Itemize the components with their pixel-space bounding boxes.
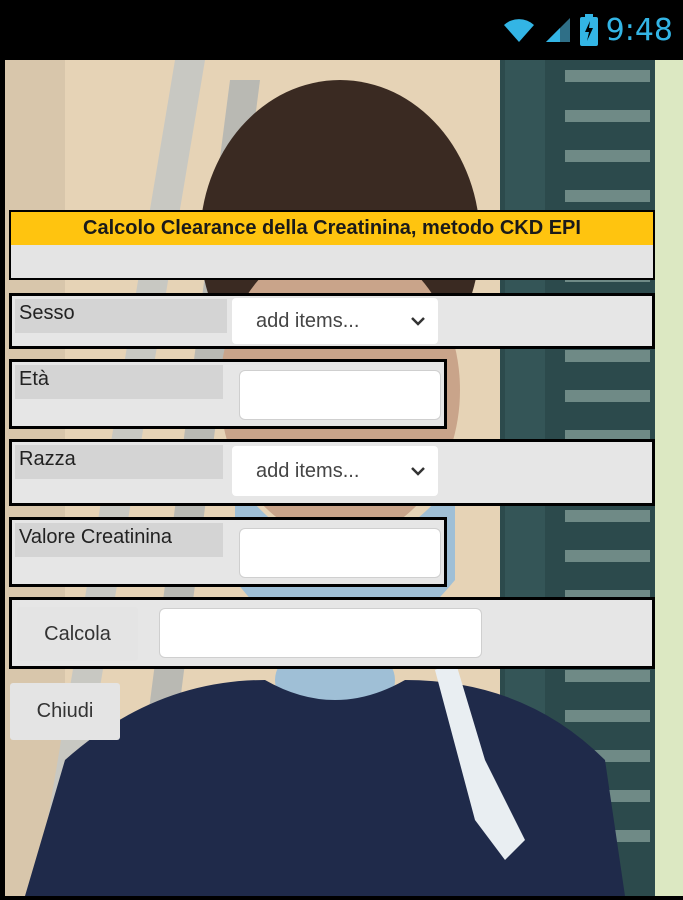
app-title: Calcolo Clearance della Creatinina, meto… [11,212,653,245]
sex-row: Sesso add items... [9,293,655,349]
creatinine-row: Valore Creatinina [9,517,447,587]
result-field[interactable] [159,608,482,658]
chevron-down-icon [411,467,425,476]
race-dropdown[interactable]: add items... [232,446,438,496]
right-edge-strip [655,60,683,896]
age-input[interactable] [239,370,441,420]
age-label: Età [15,365,223,399]
status-bar: 9:48 [0,0,683,60]
title-panel: Calcolo Clearance della Creatinina, meto… [9,210,655,280]
sex-label: Sesso [15,299,227,333]
status-icons: 9:48 [502,10,673,50]
creatinine-input[interactable] [239,528,441,578]
status-time: 9:48 [605,12,673,48]
sex-dropdown-value: add items... [256,309,360,332]
race-row: Razza add items... [9,439,655,506]
creatinine-label: Valore Creatinina [15,523,223,557]
close-button[interactable]: Chiudi [10,683,120,740]
app-screen: Calcolo Clearance della Creatinina, meto… [5,60,683,896]
signal-icon [545,18,570,42]
race-label: Razza [15,445,223,479]
battery-icon [579,14,598,46]
chevron-down-icon [411,317,425,326]
sex-dropdown[interactable]: add items... [232,298,438,344]
wifi-icon [503,19,534,42]
age-row: Età [9,359,447,429]
calculate-button[interactable]: Calcola [17,607,138,661]
race-dropdown-value: add items... [256,459,360,482]
calc-row: Calcola [9,597,655,669]
